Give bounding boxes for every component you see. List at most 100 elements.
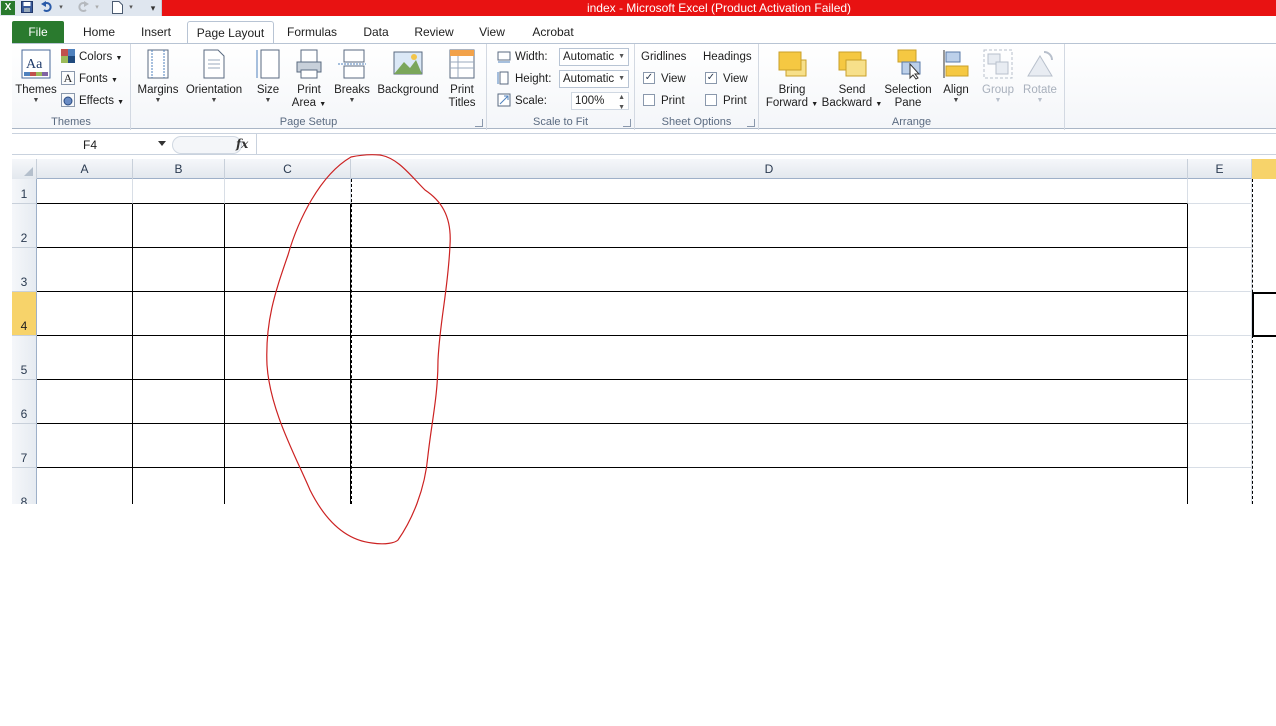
- active-cell[interactable]: [1252, 292, 1276, 337]
- row-header-1[interactable]: 1: [12, 179, 37, 204]
- cell[interactable]: [1188, 292, 1252, 336]
- cell[interactable]: [225, 424, 351, 468]
- column-header-a[interactable]: A: [37, 159, 133, 179]
- send-backward-button[interactable]: Send Backward ▼: [821, 48, 883, 111]
- select-all-button[interactable]: [12, 159, 37, 179]
- tab-data[interactable]: Data: [354, 21, 398, 43]
- fonts-button[interactable]: A Fonts ▼: [61, 69, 118, 89]
- cell[interactable]: [133, 380, 225, 424]
- cell[interactable]: [133, 204, 225, 248]
- row-header-7[interactable]: 7: [12, 424, 37, 468]
- tab-acrobat[interactable]: Acrobat: [524, 21, 582, 43]
- scale-to-fit-launcher-icon[interactable]: [623, 119, 631, 127]
- cell[interactable]: [351, 380, 1188, 424]
- tab-review[interactable]: Review: [408, 21, 460, 43]
- cell[interactable]: [37, 292, 133, 336]
- cell[interactable]: [351, 204, 1188, 248]
- cell[interactable]: [37, 424, 133, 468]
- print-area-button[interactable]: Print Area ▼: [291, 48, 327, 111]
- row-header-3[interactable]: 3: [12, 248, 37, 292]
- margins-button[interactable]: Margins ▼: [135, 48, 181, 105]
- cell[interactable]: [1188, 248, 1252, 292]
- cell[interactable]: [133, 179, 225, 204]
- row-header-5[interactable]: 5: [12, 336, 37, 380]
- cell[interactable]: [351, 468, 1188, 504]
- sheet-options-launcher-icon[interactable]: [747, 119, 755, 127]
- tab-home[interactable]: Home: [76, 21, 122, 43]
- excel-logo-icon[interactable]: X: [1, 1, 15, 15]
- rotate-button[interactable]: Rotate ▼: [1019, 48, 1061, 105]
- width-select[interactable]: Automatic ▼: [559, 48, 629, 66]
- cell[interactable]: [351, 424, 1188, 468]
- cell[interactable]: [225, 179, 351, 204]
- formula-input[interactable]: [256, 134, 1276, 155]
- cell[interactable]: [225, 204, 351, 248]
- cell[interactable]: [351, 248, 1188, 292]
- cell[interactable]: [133, 336, 225, 380]
- cell[interactable]: [225, 468, 351, 504]
- tab-formulas[interactable]: Formulas: [282, 21, 342, 43]
- new-document-icon[interactable]: [110, 1, 124, 15]
- new-document-dropdown-icon[interactable]: ▾: [124, 1, 138, 15]
- cell[interactable]: [133, 292, 225, 336]
- cell[interactable]: [133, 248, 225, 292]
- customize-qat-icon[interactable]: ▾: [146, 1, 160, 15]
- redo-dropdown-icon[interactable]: ▾: [90, 1, 104, 15]
- cell[interactable]: [225, 380, 351, 424]
- undo-dropdown-icon[interactable]: ▾: [54, 1, 68, 15]
- colors-button[interactable]: Colors ▼: [61, 47, 122, 67]
- worksheet-grid[interactable]: A B C D E F 1 2 3 4 5 6 7 8: [12, 159, 1276, 504]
- cell[interactable]: [351, 179, 1188, 204]
- cell[interactable]: [37, 336, 133, 380]
- bring-forward-button[interactable]: Bring Forward ▼: [763, 48, 821, 111]
- cell[interactable]: [1188, 380, 1252, 424]
- column-header-b[interactable]: B: [133, 159, 225, 179]
- cell[interactable]: [37, 248, 133, 292]
- page-setup-launcher-icon[interactable]: [475, 119, 483, 127]
- effects-button[interactable]: Effects ▼: [61, 91, 124, 111]
- background-button[interactable]: Background: [375, 48, 441, 97]
- height-select[interactable]: Automatic ▼: [559, 70, 629, 88]
- column-header-c[interactable]: C: [225, 159, 351, 179]
- orientation-button[interactable]: Orientation ▼: [183, 48, 245, 105]
- cell[interactable]: [37, 179, 133, 204]
- column-header-d[interactable]: D: [351, 159, 1188, 179]
- name-box-dropdown-icon[interactable]: [158, 141, 166, 146]
- cell[interactable]: [225, 336, 351, 380]
- undo-icon[interactable]: [40, 1, 54, 15]
- cell[interactable]: [351, 292, 1188, 336]
- redo-icon[interactable]: [76, 1, 90, 15]
- column-header-f[interactable]: F: [1252, 159, 1276, 179]
- tab-page-layout[interactable]: Page Layout: [187, 21, 274, 44]
- name-box[interactable]: F4: [12, 136, 168, 154]
- cell[interactable]: [37, 204, 133, 248]
- spin-down-icon[interactable]: ▼: [618, 100, 625, 116]
- size-button[interactable]: Size ▼: [253, 48, 283, 105]
- cell[interactable]: [351, 336, 1188, 380]
- save-icon[interactable]: [20, 1, 34, 15]
- cell[interactable]: [1188, 424, 1252, 468]
- tab-insert[interactable]: Insert: [132, 21, 180, 43]
- tab-view[interactable]: View: [472, 21, 512, 43]
- selection-pane-button[interactable]: Selection Pane: [883, 48, 933, 110]
- row-header-2[interactable]: 2: [12, 204, 37, 248]
- row-header-6[interactable]: 6: [12, 380, 37, 424]
- column-header-e[interactable]: E: [1188, 159, 1252, 179]
- cell[interactable]: [1188, 336, 1252, 380]
- breaks-button[interactable]: Breaks ▼: [334, 48, 370, 105]
- insert-function-icon[interactable]: fx: [236, 137, 248, 151]
- themes-button[interactable]: Aa Themes ▼: [14, 48, 58, 105]
- cell[interactable]: [37, 380, 133, 424]
- print-titles-button[interactable]: Print Titles: [444, 48, 480, 110]
- cell[interactable]: [133, 424, 225, 468]
- headings-print-checkbox[interactable]: Print: [705, 91, 747, 111]
- row-header-4[interactable]: 4: [12, 292, 37, 336]
- cell[interactable]: [225, 292, 351, 336]
- cell[interactable]: [1188, 204, 1252, 248]
- group-button[interactable]: Group ▼: [979, 48, 1017, 105]
- cell[interactable]: [1188, 179, 1252, 204]
- cell[interactable]: [133, 468, 225, 504]
- scale-spinner[interactable]: 100% ▲ ▼: [571, 92, 629, 111]
- gridlines-print-checkbox[interactable]: Print: [643, 91, 685, 111]
- gridlines-view-checkbox[interactable]: ✓ View: [643, 69, 686, 89]
